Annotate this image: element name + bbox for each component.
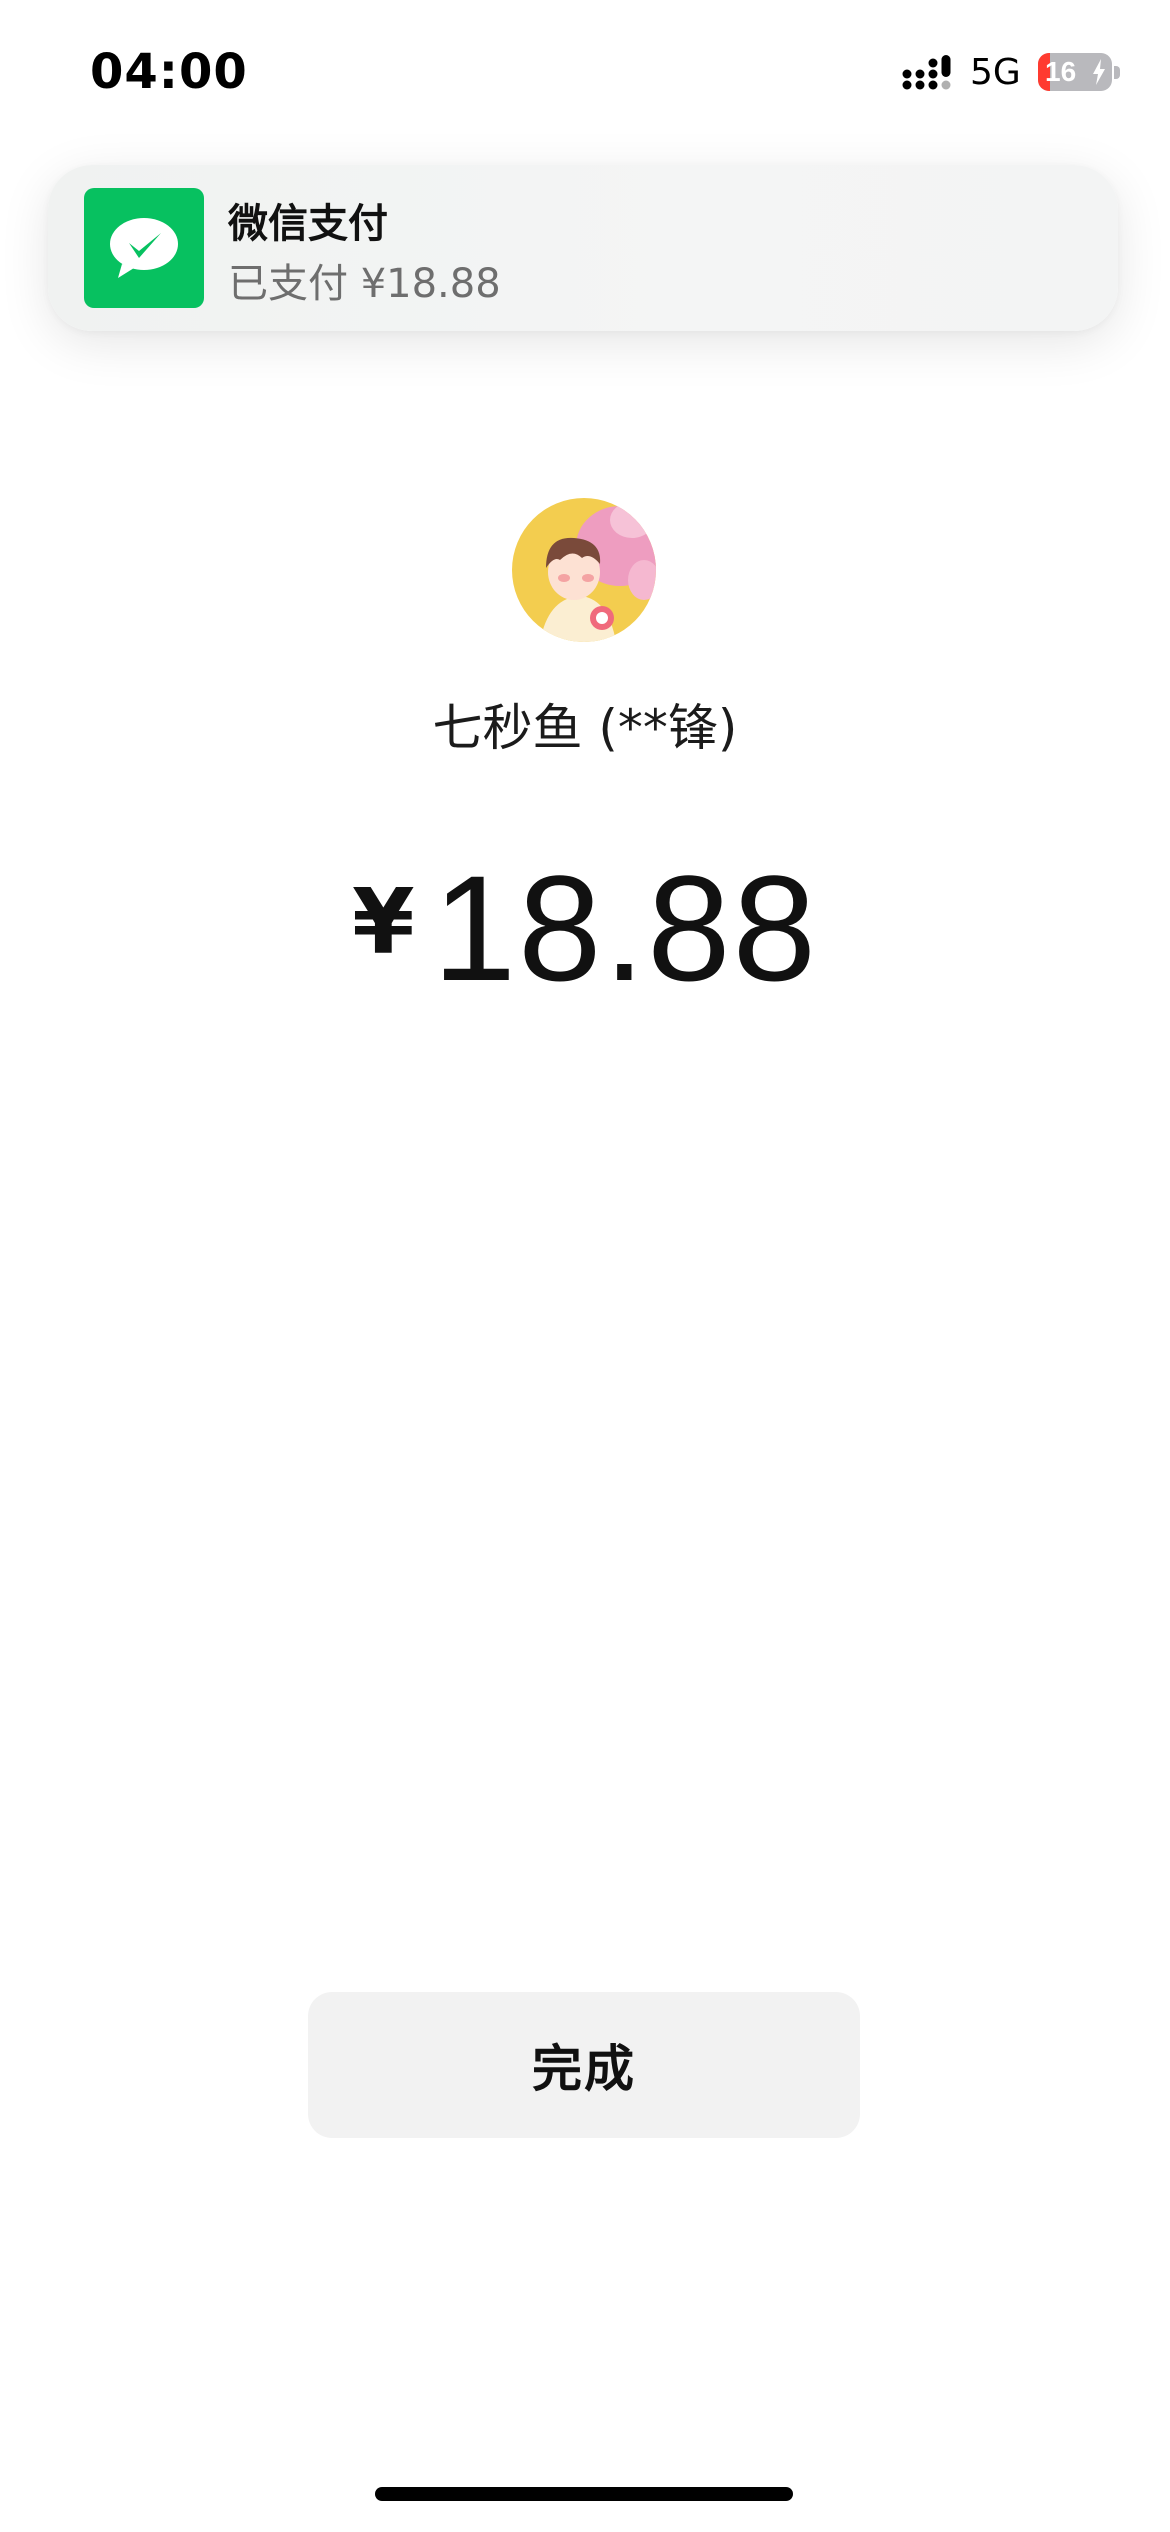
payment-amount: ¥18.88 — [0, 848, 1170, 1008]
wechat-pay-icon — [84, 188, 204, 308]
payment-notification-banner[interactable]: 微信支付 已支付 ¥18.88 — [48, 165, 1118, 331]
done-button[interactable]: 完成 — [308, 1992, 860, 2138]
payee-avatar — [512, 498, 656, 642]
payee-name: 七秒鱼 (**锋) — [432, 699, 738, 757]
battery-cap — [1114, 66, 1120, 79]
amount-value: 18.88 — [432, 844, 818, 1012]
currency-symbol: ¥ — [352, 870, 415, 975]
status-time: 04:00 — [90, 44, 248, 100]
notification-app-name: 微信支付 — [228, 201, 388, 247]
cellular-signal-icon — [902, 55, 951, 90]
battery-indicator: 16 — [1038, 53, 1112, 91]
battery-percentage: 16 — [1045, 56, 1077, 87]
home-indicator[interactable] — [375, 2487, 793, 2501]
network-type-label: 5G — [970, 52, 1021, 93]
charging-bolt-icon — [1093, 59, 1105, 85]
notification-message: 已支付 ¥18.88 — [228, 261, 501, 307]
